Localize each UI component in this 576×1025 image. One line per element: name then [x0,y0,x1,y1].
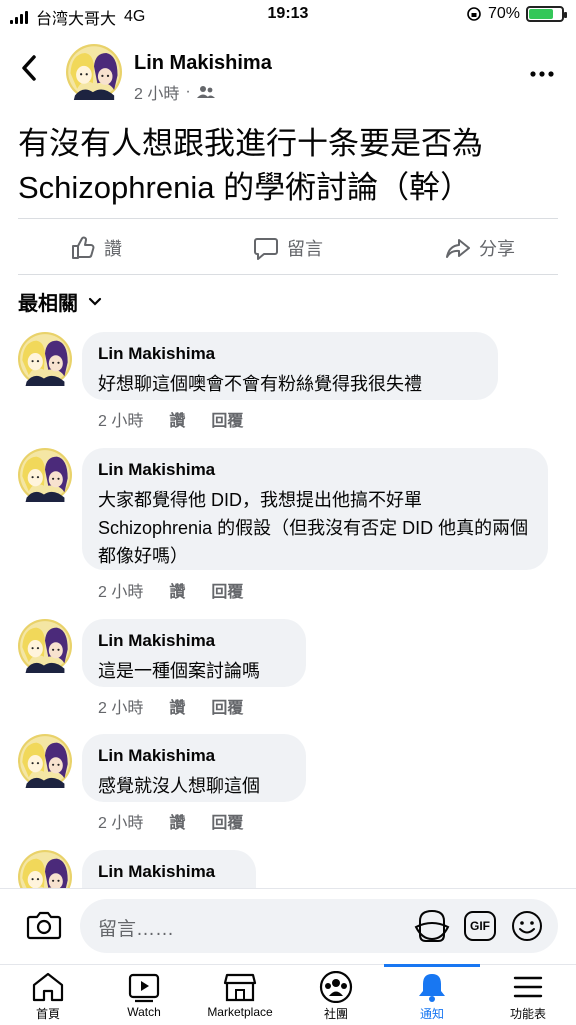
tab-notifications[interactable]: 通知 [384,964,480,1025]
video-play-icon [128,973,160,1003]
tab-label: 社團 [323,1007,348,1021]
comment-meta: 2 小時 讚 回覆 [98,694,243,718]
comment-meta: 2 小時 讚 回覆 [98,407,243,431]
comment: Lin Makishima [0,850,576,888]
camera-button[interactable] [26,909,62,946]
post-header: Lin Makishima 2 小時 · [0,40,576,104]
comment-text: 這是一種個案討論嗎 [98,661,260,681]
battery-icon [526,6,567,22]
comment-composer: 留言…… GIF [0,888,576,965]
tab-label: 首頁 [35,1007,60,1021]
bell-icon [419,974,445,1002]
bottom-tab-bar: 首頁 Watch Marketplace 社團 通知 功能表 [0,964,576,1025]
avatar[interactable] [18,619,72,673]
chevron-down-icon [88,297,102,306]
shop-icon [223,973,257,1002]
more-options-button[interactable] [530,56,554,84]
post-text: 有沒有人想跟我進行十条要是否為 Schizophrenia 的學術討論（幹） [18,126,483,205]
comment-time: 2 小時 [98,584,144,601]
avatar[interactable] [18,448,72,502]
comment-meta: 2 小時 讚 回覆 [98,809,243,833]
comment-bubble[interactable]: Lin Makishima [82,850,256,888]
avatar-sticker-icon[interactable] [414,909,450,943]
tab-menu[interactable]: 功能表 [480,965,576,1025]
battery-percent: 70% [487,5,520,22]
comment-sort-dropdown[interactable]: 最相關 [18,287,102,316]
comment-reply-button[interactable]: 回覆 [211,694,243,718]
comment-label: 留言 [287,239,323,259]
comment-author[interactable]: Lin Makishima [98,631,290,651]
share-label: 分享 [479,239,515,259]
tab-watch[interactable]: Watch [96,965,192,1025]
comment-bubble[interactable]: Lin Makishima 好想聊這個噢會不會有粉絲覺得我很失禮 [82,332,498,400]
avatar[interactable] [18,332,72,386]
tab-home[interactable]: 首頁 [0,965,96,1025]
comment-time: 2 小時 [98,815,144,832]
meta-separator: · [185,83,191,100]
comment-bubble[interactable]: Lin Makishima 感覺就沒人想聊這個 [82,734,306,802]
comment-like-button[interactable]: 讚 [169,809,185,833]
comment-bubble[interactable]: Lin Makishima 大家都覺得他 DID，我想提出他搞不好單 Schiz… [82,448,548,570]
sort-label: 最相關 [18,293,78,315]
more-dots-icon [530,71,554,77]
comment-meta: 2 小時 讚 回覆 [98,578,243,602]
orientation-lock-icon [467,7,481,21]
comment-time: 2 小時 [98,413,144,430]
tab-label: Watch [127,1005,161,1019]
comment-time: 2 小時 [98,700,144,717]
tab-label: Marketplace [207,1005,273,1019]
share-arrow-icon [446,239,470,258]
gif-label: GIF [470,919,490,933]
tab-label: 通知 [419,1007,444,1021]
avatar[interactable] [66,44,122,100]
avatar[interactable] [18,734,72,788]
hamburger-menu-icon [513,976,543,998]
share-button[interactable]: 分享 [384,228,576,268]
like-label: 讚 [104,239,122,259]
emoji-icon[interactable] [510,909,544,943]
comment-input[interactable]: 留言…… GIF [80,899,558,953]
comment-text: 大家都覺得他 DID，我想提出他搞不好單 Schizophrenia 的假設（但… [98,490,529,566]
divider [18,218,558,219]
post-time[interactable]: 2 小時 [134,80,179,104]
comment-author[interactable]: Lin Makishima [98,344,482,364]
back-button[interactable] [20,54,38,90]
comment-button[interactable]: 留言 [192,228,384,268]
comment-reply-button[interactable]: 回覆 [211,578,243,602]
post-actions: 讚 留言 分享 [0,228,576,268]
comment-icon [254,238,278,260]
chevron-left-icon [22,55,36,81]
author-name[interactable]: Lin Makishima [134,52,272,75]
friends-audience-icon [196,86,215,98]
thumbs-up-icon [72,236,95,259]
tab-label: 功能表 [509,1007,546,1021]
status-bar: 台湾大哥大 4G 19:13 70% [0,0,576,30]
tab-groups[interactable]: 社團 [288,965,384,1025]
comment-like-button[interactable]: 讚 [169,407,185,431]
post-meta: 2 小時 · [134,80,215,104]
divider [18,274,558,275]
groups-icon [319,971,353,1003]
comment-text: 好想聊這個噢會不會有粉絲覺得我很失禮 [98,374,422,394]
comment-author[interactable]: Lin Makishima [98,460,532,480]
comment-like-button[interactable]: 讚 [169,578,185,602]
comment-author[interactable]: Lin Makishima [98,862,240,882]
comment-reply-button[interactable]: 回覆 [211,407,243,431]
comment-like-button[interactable]: 讚 [169,694,185,718]
comment-author[interactable]: Lin Makishima [98,746,290,766]
home-icon [32,972,64,1002]
tab-marketplace[interactable]: Marketplace [192,965,288,1025]
like-button[interactable]: 讚 [0,228,192,268]
camera-icon [26,911,62,940]
gif-button[interactable]: GIF [464,911,496,941]
comment-reply-button[interactable]: 回覆 [211,809,243,833]
comment-text: 感覺就沒人想聊這個 [98,776,260,796]
comment-placeholder: 留言…… [98,919,175,940]
comment-bubble[interactable]: Lin Makishima 這是一種個案討論嗎 [82,619,306,687]
avatar[interactable] [18,850,72,888]
